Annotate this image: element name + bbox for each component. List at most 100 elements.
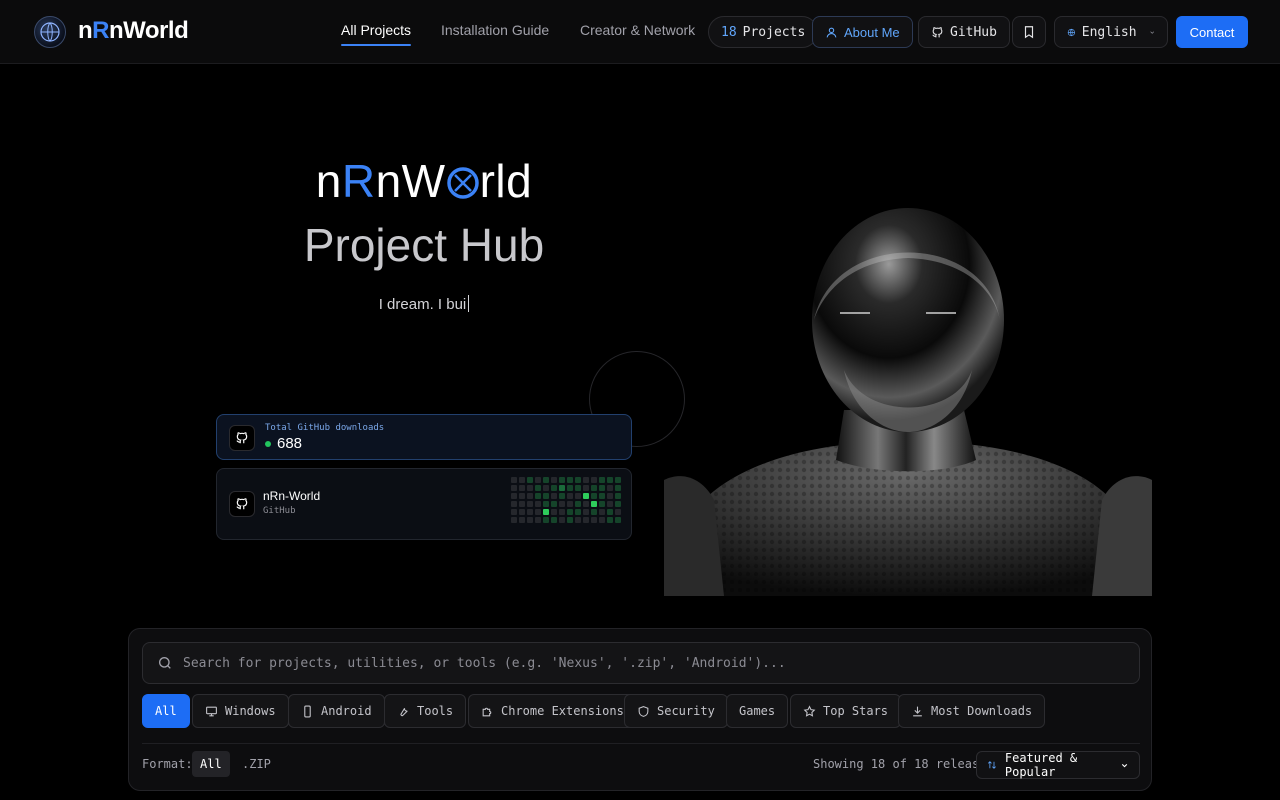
contribution-cell xyxy=(615,517,621,523)
contribution-cell xyxy=(527,485,533,491)
star-icon xyxy=(803,704,816,717)
category-games[interactable]: Games xyxy=(726,694,789,728)
typing-caret xyxy=(468,295,470,312)
contribution-cell xyxy=(519,501,525,507)
download-icon xyxy=(913,706,922,716)
about-me-button[interactable]: About Me xyxy=(812,16,913,48)
nav-link-creator-network[interactable]: Creator & Network xyxy=(580,22,695,38)
contribution-cell xyxy=(543,477,549,483)
contribution-cell xyxy=(583,493,589,499)
contribution-cell xyxy=(527,477,533,483)
divider xyxy=(142,743,1140,744)
phone-icon xyxy=(304,705,311,717)
sort-select[interactable]: Featured & Popular xyxy=(976,751,1140,779)
contribution-cell xyxy=(567,493,573,499)
contribution-cell xyxy=(543,517,549,523)
bookmark-icon xyxy=(1024,26,1034,39)
contribution-cell xyxy=(559,517,565,523)
contribution-cell xyxy=(567,477,573,483)
contribution-cell xyxy=(511,493,517,499)
hero-tagline: I dream. I bui xyxy=(236,295,612,313)
category-tools[interactable]: Tools xyxy=(384,694,467,728)
contribution-cell xyxy=(519,517,525,523)
category-windows[interactable]: Windows xyxy=(192,694,289,728)
contribution-cell xyxy=(535,501,541,507)
contribution-cell xyxy=(551,517,557,523)
shield-icon xyxy=(638,705,649,717)
format-all[interactable]: All xyxy=(192,751,230,777)
globe-icon xyxy=(1067,28,1075,36)
format-label: Format: xyxy=(142,757,193,771)
contribution-cell xyxy=(543,509,549,515)
chevron-down-icon xyxy=(1149,30,1154,34)
contribution-cell xyxy=(575,485,581,491)
contribution-cell xyxy=(591,493,597,499)
nav-link-installation-guide[interactable]: Installation Guide xyxy=(441,22,549,38)
sort-icon xyxy=(987,761,996,769)
puzzle-icon xyxy=(482,707,492,716)
user-icon xyxy=(826,27,837,37)
search-box[interactable] xyxy=(142,642,1140,684)
monitor-icon xyxy=(206,706,217,716)
contribution-cell xyxy=(511,477,517,483)
bookmark-button[interactable] xyxy=(1012,16,1046,48)
contribution-cell xyxy=(583,477,589,483)
category-most-downloads[interactable]: Most Downloads xyxy=(898,694,1046,728)
category-all[interactable]: All xyxy=(142,694,190,728)
contribution-cell xyxy=(559,477,565,483)
format-zip[interactable]: .ZIP xyxy=(234,751,279,777)
project-filter-panel: All Windows Android Tools Chrome Extensi… xyxy=(128,628,1152,791)
search-icon xyxy=(159,657,171,669)
repo-name: nRn-World xyxy=(263,489,321,503)
contribution-cell xyxy=(607,501,613,507)
contribution-cell xyxy=(543,493,549,499)
github-repo-card[interactable]: nRn-World GitHub xyxy=(216,468,632,540)
contribution-cell xyxy=(551,501,557,507)
contribution-cell xyxy=(551,485,557,491)
contribution-cell xyxy=(519,493,525,499)
hero-subtitle: Project Hub xyxy=(303,219,545,271)
category-security[interactable]: Security xyxy=(624,694,728,728)
contribution-cell xyxy=(567,517,573,523)
contribution-cell xyxy=(615,493,621,499)
contribution-cell xyxy=(583,517,589,523)
wrench-icon xyxy=(400,707,408,716)
category-chrome-extensions[interactable]: Chrome Extensions xyxy=(468,694,637,728)
contribution-cell xyxy=(535,485,541,491)
contribution-cell xyxy=(559,493,565,499)
contribution-cell xyxy=(599,485,605,491)
contribution-cell xyxy=(591,485,597,491)
contribution-cell xyxy=(591,517,597,523)
top-nav: nRnWorld All Projects Installation Guide… xyxy=(0,0,1280,64)
projects-count-badge[interactable]: 18 Projects xyxy=(708,16,819,48)
github-icon xyxy=(229,491,255,517)
contribution-cell xyxy=(599,501,605,507)
contribution-cell xyxy=(583,509,589,515)
contribution-cell xyxy=(575,493,581,499)
contribution-cell xyxy=(607,493,613,499)
logo-icon[interactable] xyxy=(34,16,66,48)
contribution-cell xyxy=(599,493,605,499)
brand-name[interactable]: nRnWorld xyxy=(78,17,189,45)
contact-button[interactable]: Contact xyxy=(1176,16,1248,48)
contribution-cell xyxy=(535,493,541,499)
robot-illustration xyxy=(664,208,1152,596)
search-input[interactable] xyxy=(183,643,1123,683)
contribution-cell xyxy=(607,509,613,515)
category-top-stars[interactable]: Top Stars xyxy=(790,694,902,728)
language-select[interactable]: English xyxy=(1054,16,1168,48)
contribution-cell xyxy=(559,501,565,507)
contribution-cell xyxy=(615,485,621,491)
contribution-cell xyxy=(599,477,605,483)
contribution-cell xyxy=(615,509,621,515)
category-android[interactable]: Android xyxy=(288,694,385,728)
contribution-cell xyxy=(575,509,581,515)
contribution-cell xyxy=(559,485,565,491)
contribution-cell xyxy=(511,517,517,523)
contribution-cell xyxy=(567,501,573,507)
github-button[interactable]: GitHub xyxy=(918,16,1010,48)
contribution-cell xyxy=(543,501,549,507)
contribution-cell xyxy=(567,485,573,491)
nav-link-all-projects[interactable]: All Projects xyxy=(341,22,412,46)
contribution-cell xyxy=(599,517,605,523)
